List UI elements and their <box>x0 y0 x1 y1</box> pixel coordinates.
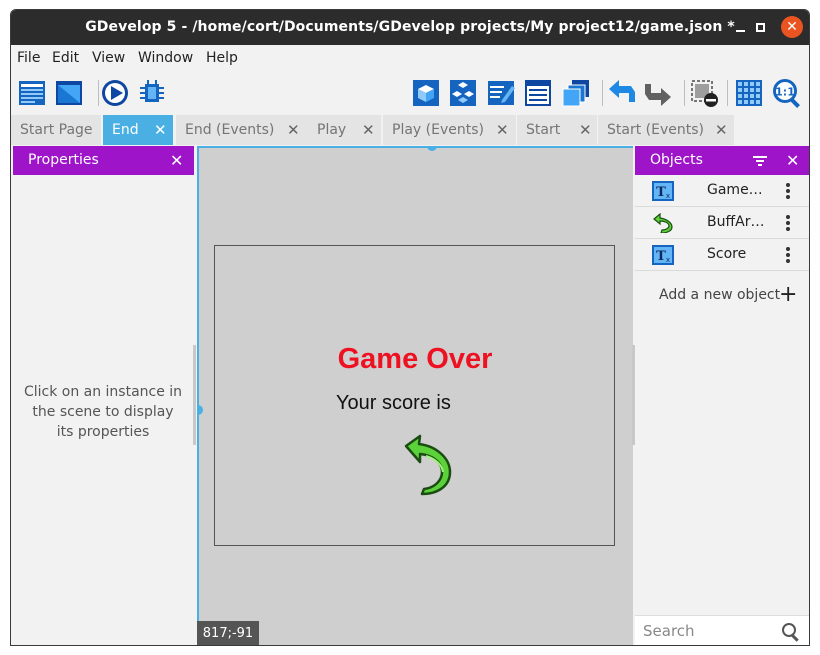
close-objects-icon[interactable]: ✕ <box>786 151 799 170</box>
tab-label: Play (Events) <box>392 122 484 138</box>
tab-label: Start <box>526 122 561 138</box>
tab-label: Play <box>317 122 347 138</box>
tab-label: End (Events) <box>185 122 275 138</box>
object-groups-icon[interactable] <box>448 78 478 108</box>
tab-close-icon[interactable]: ✕ <box>154 121 167 139</box>
object-list-item[interactable]: T x Score <box>635 239 809 271</box>
game-over-text-instance[interactable]: Game Over <box>197 343 633 376</box>
tab-start[interactable]: Start ✕ <box>517 115 597 145</box>
toolbar-separator <box>98 80 99 106</box>
tab-close-icon[interactable]: ✕ <box>715 121 728 139</box>
object-list-item[interactable]: BuffAr… <box>635 207 809 239</box>
tab-end-events[interactable]: End (Events) ✕ <box>176 115 308 145</box>
undo-icon[interactable] <box>607 78 637 108</box>
close-window-button[interactable]: ✕ <box>781 16 803 38</box>
object-name: Game… <box>707 182 763 198</box>
objects-header: Objects ✕ <box>635 146 809 175</box>
window-origin-guide-vertical <box>197 146 199 645</box>
objects-panel: Objects ✕ T x Game… BuffAr… T x Score Ad… <box>635 146 809 645</box>
close-icon: ✕ <box>786 19 798 35</box>
tab-end[interactable]: End ✕ <box>103 115 173 145</box>
tab-label: Start (Events) <box>607 122 704 138</box>
menu-file[interactable]: File <box>17 50 40 66</box>
svg-text:T: T <box>656 249 666 264</box>
sprite-arrow-icon <box>653 213 673 233</box>
text-object-icon: T x <box>652 181 674 201</box>
redo-icon[interactable] <box>643 78 673 108</box>
object-name: Score <box>707 246 747 262</box>
svg-text:x: x <box>666 192 670 200</box>
window-title: GDevelop 5 - /home/cort/Documents/GDevel… <box>85 19 735 35</box>
object-list-item[interactable]: T x Game… <box>635 175 809 207</box>
tab-close-icon[interactable]: ✕ <box>579 121 592 139</box>
text-object-icon: T x <box>652 245 674 265</box>
menu-help[interactable]: Help <box>206 50 238 66</box>
tab-label: Start Page <box>20 122 93 138</box>
toolbar: 1:1 <box>11 71 809 115</box>
add-new-object-button[interactable]: Add a new object <box>659 287 780 303</box>
properties-edit-icon[interactable] <box>486 78 516 108</box>
tab-start-page[interactable]: Start Page <box>11 115 101 145</box>
properties-header: Properties ✕ <box>13 146 194 175</box>
tab-start-events[interactable]: Start (Events) ✕ <box>598 115 734 145</box>
tab-close-icon[interactable]: ✕ <box>496 121 509 139</box>
tab-close-icon[interactable]: ✕ <box>362 121 375 139</box>
toolbar-separator <box>684 80 685 106</box>
add-icon[interactable]: + <box>779 282 797 307</box>
window-origin-guide-horizontal <box>197 146 633 148</box>
instances-list-icon[interactable] <box>561 78 591 108</box>
maximize-button[interactable] <box>749 16 771 38</box>
cursor-coordinates: 817;-91 <box>197 621 259 645</box>
object-icon[interactable] <box>411 78 441 108</box>
toolbar-separator <box>727 80 728 106</box>
close-properties-icon[interactable]: ✕ <box>170 151 183 170</box>
properties-hint: Click on an instance in the scene to dis… <box>23 384 183 440</box>
delete-instance-icon[interactable] <box>689 78 719 108</box>
tab-play[interactable]: Play ✕ <box>308 115 381 145</box>
buff-arrow-sprite-instance[interactable] <box>402 434 458 496</box>
resize-handle-top[interactable] <box>427 146 437 151</box>
grid-icon[interactable] <box>734 78 764 108</box>
properties-panel: Properties ✕ Click on an instance in the… <box>13 146 194 645</box>
debugger-icon[interactable] <box>137 78 167 108</box>
layers-icon[interactable] <box>523 78 553 108</box>
object-search-field[interactable]: Search <box>635 615 809 645</box>
title-bar: GDevelop 5 - /home/cort/Documents/GDevel… <box>11 10 809 45</box>
minimize-icon <box>736 30 745 32</box>
svg-text:T: T <box>656 185 666 200</box>
search-input[interactable]: Search <box>643 622 695 640</box>
scene-editor-icon[interactable] <box>54 78 84 108</box>
left-splitter-handle[interactable] <box>193 345 196 445</box>
filter-icon[interactable] <box>753 154 767 168</box>
preview-play-icon[interactable] <box>100 78 130 108</box>
menu-view[interactable]: View <box>92 50 125 66</box>
search-icon <box>782 623 799 642</box>
app-window: GDevelop 5 - /home/cort/Documents/GDevel… <box>10 9 810 646</box>
tab-label: End <box>112 122 139 138</box>
maximize-icon <box>756 23 765 32</box>
menu-window[interactable]: Window <box>138 50 193 66</box>
minimize-button[interactable] <box>729 16 751 38</box>
zoom-reset-icon[interactable]: 1:1 <box>772 78 802 108</box>
tab-play-events[interactable]: Play (Events) ✕ <box>383 115 516 145</box>
zoom-label: 1:1 <box>775 86 795 99</box>
object-name: BuffAr… <box>707 214 765 230</box>
editor-tabs: Start Page End ✕ End (Events) ✕ Play ✕ P… <box>11 115 809 145</box>
menu-edit[interactable]: Edit <box>52 50 79 66</box>
project-manager-icon[interactable] <box>17 78 47 108</box>
svg-text:x: x <box>666 256 670 264</box>
resize-handle-left[interactable] <box>197 405 203 415</box>
properties-title: Properties <box>28 152 99 168</box>
more-options-icon[interactable] <box>784 214 792 232</box>
more-options-icon[interactable] <box>784 246 792 264</box>
tab-close-icon[interactable]: ✕ <box>287 121 300 139</box>
score-text-instance[interactable]: Your score is <box>336 392 451 415</box>
menu-bar: File Edit View Window Help <box>11 45 809 71</box>
more-options-icon[interactable] <box>784 182 792 200</box>
scene-canvas[interactable]: Game Over Your score is 817;-91 <box>197 146 633 645</box>
objects-title: Objects <box>650 152 703 168</box>
toolbar-separator <box>602 80 603 106</box>
